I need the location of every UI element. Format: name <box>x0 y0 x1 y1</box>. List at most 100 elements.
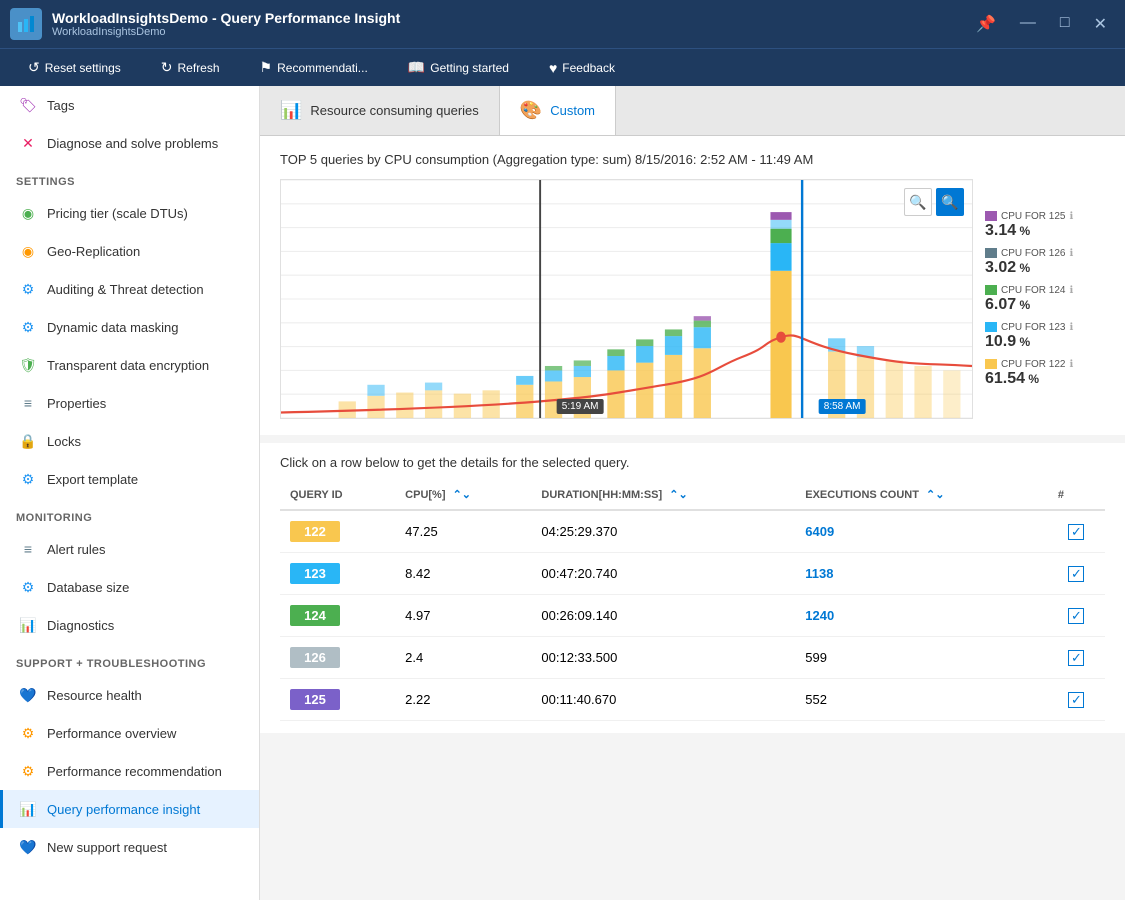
table-row[interactable]: 124 4.97 00:26:09.140 1240 ✓ <box>280 595 1105 637</box>
sidebar-item-alert-rules[interactable]: ≡ Alert rules <box>0 530 259 568</box>
sidebar-item-label: Database size <box>47 580 129 595</box>
sidebar-item-label: Performance recommendation <box>47 764 222 779</box>
row-checkbox[interactable]: ✓ <box>1068 566 1084 582</box>
sort-arrow-duration[interactable]: ⌃⌄ <box>669 489 687 501</box>
cell-checkbox[interactable]: ✓ <box>1048 510 1105 553</box>
row-checkbox[interactable]: ✓ <box>1068 524 1084 540</box>
sidebar-item-locks[interactable]: 🔒 Locks <box>0 422 259 460</box>
sort-arrow-executions[interactable]: ⌃⌄ <box>926 489 944 501</box>
sidebar-item-export-template[interactable]: ⚙ Export template <box>0 460 259 498</box>
data-table: QUERY ID CPU[%] ⌃⌄ DURATION[HH:MM:SS] ⌃⌄… <box>280 480 1105 721</box>
table-header: QUERY ID CPU[%] ⌃⌄ DURATION[HH:MM:SS] ⌃⌄… <box>280 480 1105 510</box>
perf-overview-icon: ⚙ <box>19 724 37 742</box>
table-section: Click on a row below to get the details … <box>260 443 1125 733</box>
sidebar-item-label: Query performance insight <box>47 802 200 817</box>
maximize-button[interactable]: □ <box>1052 10 1078 38</box>
sidebar-item-performance-recommendation[interactable]: ⚙ Performance recommendation <box>0 752 259 790</box>
main-layout: 🏷 Tags ✕ Diagnose and solve problems SET… <box>0 86 1125 900</box>
table-hint: Click on a row below to get the details … <box>280 455 1105 470</box>
cell-cpu: 2.4 <box>395 637 531 679</box>
query-perf-icon: 📊 <box>19 800 37 818</box>
tab-resource-consuming[interactable]: 📊 Resource consuming queries <box>260 86 500 135</box>
zoom-out-button[interactable]: 🔍 <box>904 188 932 216</box>
sidebar-item-performance-overview[interactable]: ⚙ Performance overview <box>0 714 259 752</box>
geo-icon: ◉ <box>19 242 37 260</box>
refresh-icon: ↻ <box>161 59 173 76</box>
legend-value-123: 10.9 % <box>985 333 1105 351</box>
feedback-label: Feedback <box>562 61 615 75</box>
recommendations-button[interactable]: ⚑ Recommendati... <box>252 55 376 80</box>
settings-section-header: SETTINGS <box>0 166 259 194</box>
col-cpu: CPU[%] ⌃⌄ <box>395 480 531 510</box>
legend-color-122 <box>985 359 997 369</box>
minimize-button[interactable]: — <box>1012 10 1044 38</box>
legend-value-122: 61.54 % <box>985 370 1105 388</box>
table-row[interactable]: 125 2.22 00:11:40.670 552 ✓ <box>280 679 1105 721</box>
sidebar-item-label: Geo-Replication <box>47 244 140 259</box>
sidebar-item-transparent-encryption[interactable]: 🛡 Transparent data encryption <box>0 346 259 384</box>
cell-query-id: 123 <box>280 553 395 595</box>
time-marker-519am: 5:19 AM <box>557 399 604 414</box>
sidebar-item-auditing[interactable]: ⚙ Auditing & Threat detection <box>0 270 259 308</box>
table-row[interactable]: 123 8.42 00:47:20.740 1138 ✓ <box>280 553 1105 595</box>
table-row[interactable]: 126 2.4 00:12:33.500 599 ✓ <box>280 637 1105 679</box>
chart-container: 100% 90% 80% 70% 60% 50% 40% 30% 20% 10%… <box>280 179 1105 419</box>
row-checkbox[interactable]: ✓ <box>1068 608 1084 624</box>
legend-label-125: CPU FOR 125 <box>1001 211 1065 222</box>
database-icon: ⚙ <box>19 578 37 596</box>
sidebar-item-dynamic-masking[interactable]: ⚙ Dynamic data masking <box>0 308 259 346</box>
sidebar-item-diagnose[interactable]: ✕ Diagnose and solve problems <box>0 124 259 162</box>
cell-cpu: 4.97 <box>395 595 531 637</box>
cell-cpu: 2.22 <box>395 679 531 721</box>
cell-checkbox[interactable]: ✓ <box>1048 595 1105 637</box>
sidebar-item-properties[interactable]: ≡ Properties <box>0 384 259 422</box>
cell-executions: 552 <box>795 679 1048 721</box>
perf-rec-icon: ⚙ <box>19 762 37 780</box>
cell-executions: 1138 <box>795 553 1048 595</box>
legend-value-125: 3.14 % <box>985 222 1105 240</box>
title-text: WorkloadInsightsDemo - Query Performance… <box>52 10 400 38</box>
chart-svg: 100% 90% 80% 70% 60% 50% 40% 30% 20% 10%… <box>281 180 972 418</box>
sidebar-item-resource-health[interactable]: 💙 Resource health <box>0 676 259 714</box>
window-controls[interactable]: 📌 — □ ✕ <box>968 10 1115 38</box>
sidebar-item-query-performance[interactable]: 📊 Query performance insight <box>0 790 259 828</box>
col-executions: EXECUTIONS COUNT ⌃⌄ <box>795 480 1048 510</box>
legend-item-cpu124: CPU FOR 124 ℹ 6.07 % <box>985 285 1105 314</box>
sidebar-item-tags[interactable]: 🏷 Tags <box>0 86 259 124</box>
sidebar-item-new-support[interactable]: 💙 New support request <box>0 828 259 866</box>
shield-icon: 🛡 <box>19 356 37 374</box>
sidebar-item-database-size[interactable]: ⚙ Database size <box>0 568 259 606</box>
refresh-button[interactable]: ↻ Refresh <box>153 55 228 80</box>
table-row[interactable]: 122 47.25 04:25:29.370 6409 ✓ <box>280 510 1105 553</box>
legend-color-124 <box>985 285 997 295</box>
legend-item-cpu125: CPU FOR 125 ℹ 3.14 % <box>985 211 1105 240</box>
col-duration: DURATION[HH:MM:SS] ⌃⌄ <box>531 480 795 510</box>
close-button[interactable]: ✕ <box>1086 10 1115 38</box>
reset-settings-button[interactable]: ↺ Reset settings <box>20 55 129 80</box>
col-query-id: QUERY ID <box>280 480 395 510</box>
zoom-in-button[interactable]: 🔍 <box>936 188 964 216</box>
cell-duration: 00:12:33.500 <box>531 637 795 679</box>
sidebar-item-diagnostics[interactable]: 📊 Diagnostics <box>0 606 259 644</box>
pricing-icon: ◉ <box>19 204 37 222</box>
feedback-button[interactable]: ♥ Feedback <box>541 56 623 80</box>
chart-section: TOP 5 queries by CPU consumption (Aggreg… <box>260 136 1125 435</box>
cell-cpu: 47.25 <box>395 510 531 553</box>
app-icon <box>10 8 42 40</box>
tab-custom[interactable]: 🎨 Custom <box>500 86 616 135</box>
query-badge: 124 <box>290 605 340 626</box>
cell-checkbox[interactable]: ✓ <box>1048 553 1105 595</box>
cell-query-id: 122 <box>280 510 395 553</box>
header-row: QUERY ID CPU[%] ⌃⌄ DURATION[HH:MM:SS] ⌃⌄… <box>280 480 1105 510</box>
cell-duration: 00:26:09.140 <box>531 595 795 637</box>
sort-arrow-cpu[interactable]: ⌃⌄ <box>453 489 471 501</box>
cell-checkbox[interactable]: ✓ <box>1048 679 1105 721</box>
getting-started-button[interactable]: 📖 Getting started <box>400 55 517 80</box>
sidebar-item-pricing[interactable]: ◉ Pricing tier (scale DTUs) <box>0 194 259 232</box>
pin-button[interactable]: 📌 <box>968 10 1004 38</box>
cell-checkbox[interactable]: ✓ <box>1048 637 1105 679</box>
row-checkbox[interactable]: ✓ <box>1068 692 1084 708</box>
row-checkbox[interactable]: ✓ <box>1068 650 1084 666</box>
sidebar-item-geo-replication[interactable]: ◉ Geo-Replication <box>0 232 259 270</box>
tabs-bar: 📊 Resource consuming queries 🎨 Custom <box>260 86 1125 136</box>
